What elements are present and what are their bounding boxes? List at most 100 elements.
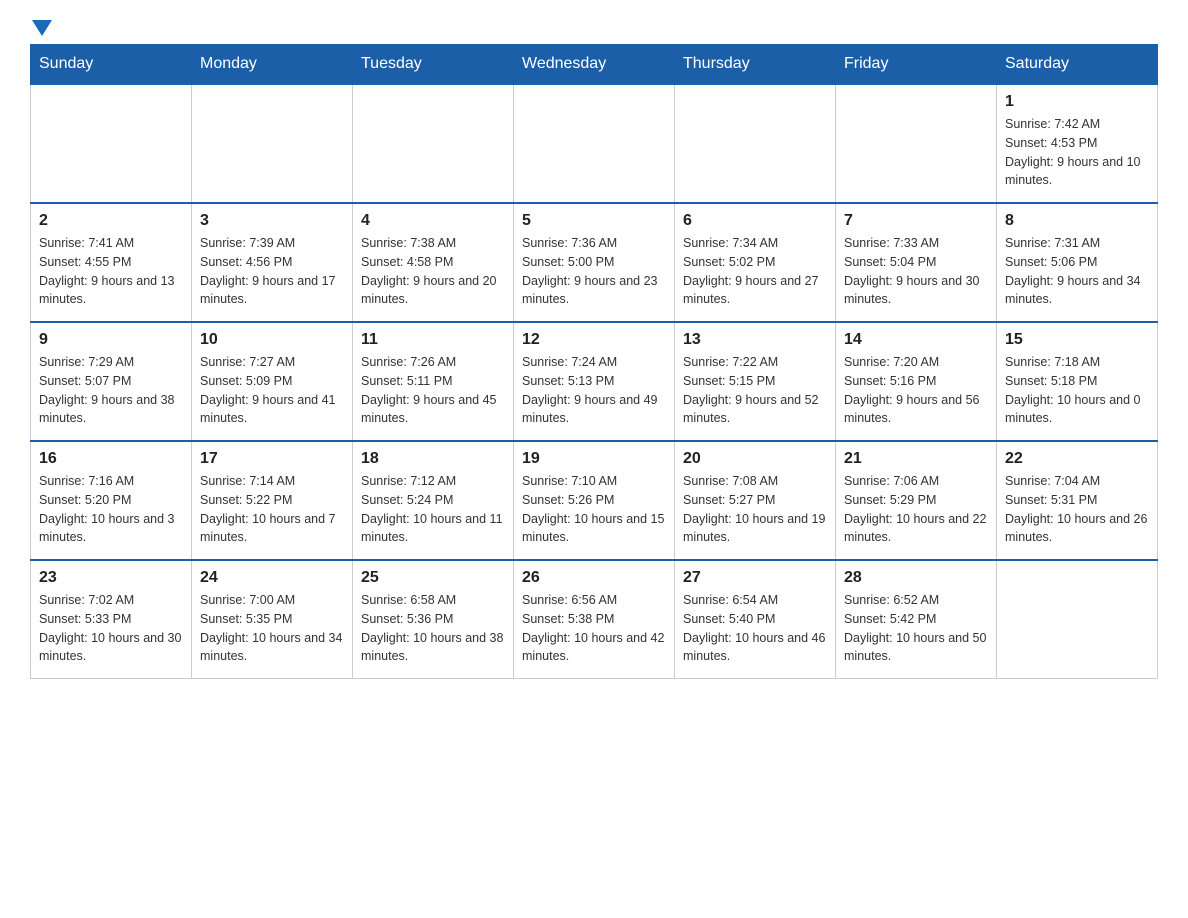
weekday-header-sunday: Sunday <box>31 45 192 85</box>
day-number: 7 <box>844 212 988 230</box>
calendar-day-cell: 2 Sunrise: 7:41 AM Sunset: 4:55 PM Daylig… <box>31 203 192 322</box>
day-number: 19 <box>522 450 666 468</box>
calendar-body: 1Sunrise: 7:42 AM Sunset: 4:53 PM Daylig… <box>31 84 1158 679</box>
calendar-day-cell: 19 Sunrise: 7:10 AM Sunset: 5:26 PM Dayli… <box>514 441 675 560</box>
day-info: Sunrise: 7:42 AM Sunset: 4:53 PM Dayligh… <box>1005 115 1149 190</box>
day-number: 26 <box>522 569 666 587</box>
day-info: Sunrise: 7:34 AM Sunset: 5:02 PM Dayligh… <box>683 234 827 309</box>
day-number: 5 <box>522 212 666 230</box>
calendar-week-row: 2 Sunrise: 7:41 AM Sunset: 4:55 PM Daylig… <box>31 203 1158 322</box>
calendar-day-cell: 16Sunrise: 7:16 AM Sunset: 5:20 PM Dayli… <box>31 441 192 560</box>
day-info: Sunrise: 7:04 AM Sunset: 5:31 PM Dayligh… <box>1005 472 1149 547</box>
page-header <box>30 20 1158 34</box>
weekday-header-friday: Friday <box>836 45 997 85</box>
calendar-day-cell <box>353 84 514 203</box>
day-number: 15 <box>1005 331 1149 349</box>
calendar-day-cell <box>31 84 192 203</box>
day-info: Sunrise: 6:54 AM Sunset: 5:40 PM Dayligh… <box>683 591 827 666</box>
calendar-day-cell: 10 Sunrise: 7:27 AM Sunset: 5:09 PM Dayli… <box>192 322 353 441</box>
calendar-day-cell: 18 Sunrise: 7:12 AM Sunset: 5:24 PM Dayli… <box>353 441 514 560</box>
weekday-header-saturday: Saturday <box>997 45 1158 85</box>
day-number: 22 <box>1005 450 1149 468</box>
calendar-day-cell: 3 Sunrise: 7:39 AM Sunset: 4:56 PM Daylig… <box>192 203 353 322</box>
day-number: 24 <box>200 569 344 587</box>
day-number: 27 <box>683 569 827 587</box>
day-info: Sunrise: 7:20 AM Sunset: 5:16 PM Dayligh… <box>844 353 988 428</box>
day-info: Sunrise: 6:56 AM Sunset: 5:38 PM Dayligh… <box>522 591 666 666</box>
day-number: 9 <box>39 331 183 349</box>
calendar-week-row: 23 Sunrise: 7:02 AM Sunset: 5:33 PM Dayli… <box>31 560 1158 679</box>
calendar-day-cell <box>675 84 836 203</box>
calendar-day-cell: 8 Sunrise: 7:31 AM Sunset: 5:06 PM Daylig… <box>997 203 1158 322</box>
calendar-day-cell: 13 Sunrise: 7:22 AM Sunset: 5:15 PM Dayli… <box>675 322 836 441</box>
day-number: 10 <box>200 331 344 349</box>
calendar-day-cell <box>997 560 1158 679</box>
day-info: Sunrise: 7:36 AM Sunset: 5:00 PM Dayligh… <box>522 234 666 309</box>
calendar-day-cell: 14 Sunrise: 7:20 AM Sunset: 5:16 PM Dayli… <box>836 322 997 441</box>
day-info: Sunrise: 7:29 AM Sunset: 5:07 PM Dayligh… <box>39 353 183 428</box>
calendar-day-cell: 23 Sunrise: 7:02 AM Sunset: 5:33 PM Dayli… <box>31 560 192 679</box>
weekday-header-tuesday: Tuesday <box>353 45 514 85</box>
day-number: 12 <box>522 331 666 349</box>
calendar-header: SundayMondayTuesdayWednesdayThursdayFrid… <box>31 45 1158 85</box>
day-info: Sunrise: 7:10 AM Sunset: 5:26 PM Dayligh… <box>522 472 666 547</box>
day-info: Sunrise: 7:14 AM Sunset: 5:22 PM Dayligh… <box>200 472 344 547</box>
calendar-day-cell: 11 Sunrise: 7:26 AM Sunset: 5:11 PM Dayli… <box>353 322 514 441</box>
day-number: 3 <box>200 212 344 230</box>
calendar-day-cell: 1Sunrise: 7:42 AM Sunset: 4:53 PM Daylig… <box>997 84 1158 203</box>
weekday-header-wednesday: Wednesday <box>514 45 675 85</box>
calendar-day-cell: 27 Sunrise: 6:54 AM Sunset: 5:40 PM Dayli… <box>675 560 836 679</box>
logo-triangle-icon <box>32 20 52 36</box>
day-info: Sunrise: 6:52 AM Sunset: 5:42 PM Dayligh… <box>844 591 988 666</box>
calendar-day-cell: 20 Sunrise: 7:08 AM Sunset: 5:27 PM Dayli… <box>675 441 836 560</box>
day-info: Sunrise: 7:06 AM Sunset: 5:29 PM Dayligh… <box>844 472 988 547</box>
day-info: Sunrise: 7:00 AM Sunset: 5:35 PM Dayligh… <box>200 591 344 666</box>
day-info: Sunrise: 6:58 AM Sunset: 5:36 PM Dayligh… <box>361 591 505 666</box>
calendar-day-cell: 7Sunrise: 7:33 AM Sunset: 5:04 PM Daylig… <box>836 203 997 322</box>
calendar-week-row: 16Sunrise: 7:16 AM Sunset: 5:20 PM Dayli… <box>31 441 1158 560</box>
calendar-day-cell <box>836 84 997 203</box>
calendar-day-cell: 4Sunrise: 7:38 AM Sunset: 4:58 PM Daylig… <box>353 203 514 322</box>
calendar-day-cell: 22 Sunrise: 7:04 AM Sunset: 5:31 PM Dayli… <box>997 441 1158 560</box>
day-number: 11 <box>361 331 505 349</box>
day-number: 14 <box>844 331 988 349</box>
day-info: Sunrise: 7:16 AM Sunset: 5:20 PM Dayligh… <box>39 472 183 547</box>
day-number: 23 <box>39 569 183 587</box>
day-info: Sunrise: 7:26 AM Sunset: 5:11 PM Dayligh… <box>361 353 505 428</box>
day-number: 4 <box>361 212 505 230</box>
day-info: Sunrise: 7:22 AM Sunset: 5:15 PM Dayligh… <box>683 353 827 428</box>
calendar-day-cell: 17Sunrise: 7:14 AM Sunset: 5:22 PM Dayli… <box>192 441 353 560</box>
calendar-day-cell: 6 Sunrise: 7:34 AM Sunset: 5:02 PM Daylig… <box>675 203 836 322</box>
day-number: 6 <box>683 212 827 230</box>
calendar-day-cell: 24 Sunrise: 7:00 AM Sunset: 5:35 PM Dayli… <box>192 560 353 679</box>
weekday-header-row: SundayMondayTuesdayWednesdayThursdayFrid… <box>31 45 1158 85</box>
calendar-day-cell: 28 Sunrise: 6:52 AM Sunset: 5:42 PM Dayli… <box>836 560 997 679</box>
day-info: Sunrise: 7:18 AM Sunset: 5:18 PM Dayligh… <box>1005 353 1149 428</box>
day-number: 18 <box>361 450 505 468</box>
day-info: Sunrise: 7:12 AM Sunset: 5:24 PM Dayligh… <box>361 472 505 547</box>
weekday-header-monday: Monday <box>192 45 353 85</box>
calendar-day-cell: 9 Sunrise: 7:29 AM Sunset: 5:07 PM Daylig… <box>31 322 192 441</box>
day-info: Sunrise: 7:08 AM Sunset: 5:27 PM Dayligh… <box>683 472 827 547</box>
day-info: Sunrise: 7:02 AM Sunset: 5:33 PM Dayligh… <box>39 591 183 666</box>
day-number: 8 <box>1005 212 1149 230</box>
day-info: Sunrise: 7:27 AM Sunset: 5:09 PM Dayligh… <box>200 353 344 428</box>
weekday-header-thursday: Thursday <box>675 45 836 85</box>
calendar-day-cell <box>514 84 675 203</box>
calendar-table: SundayMondayTuesdayWednesdayThursdayFrid… <box>30 44 1158 679</box>
calendar-week-row: 1Sunrise: 7:42 AM Sunset: 4:53 PM Daylig… <box>31 84 1158 203</box>
day-number: 2 <box>39 212 183 230</box>
day-number: 13 <box>683 331 827 349</box>
day-info: Sunrise: 7:24 AM Sunset: 5:13 PM Dayligh… <box>522 353 666 428</box>
calendar-day-cell: 5 Sunrise: 7:36 AM Sunset: 5:00 PM Daylig… <box>514 203 675 322</box>
day-number: 20 <box>683 450 827 468</box>
day-info: Sunrise: 7:41 AM Sunset: 4:55 PM Dayligh… <box>39 234 183 309</box>
day-number: 28 <box>844 569 988 587</box>
logo <box>30 20 52 34</box>
day-info: Sunrise: 7:39 AM Sunset: 4:56 PM Dayligh… <box>200 234 344 309</box>
day-info: Sunrise: 7:31 AM Sunset: 5:06 PM Dayligh… <box>1005 234 1149 309</box>
calendar-day-cell: 26 Sunrise: 6:56 AM Sunset: 5:38 PM Dayli… <box>514 560 675 679</box>
day-number: 25 <box>361 569 505 587</box>
calendar-day-cell: 25 Sunrise: 6:58 AM Sunset: 5:36 PM Dayli… <box>353 560 514 679</box>
calendar-day-cell: 15 Sunrise: 7:18 AM Sunset: 5:18 PM Dayli… <box>997 322 1158 441</box>
